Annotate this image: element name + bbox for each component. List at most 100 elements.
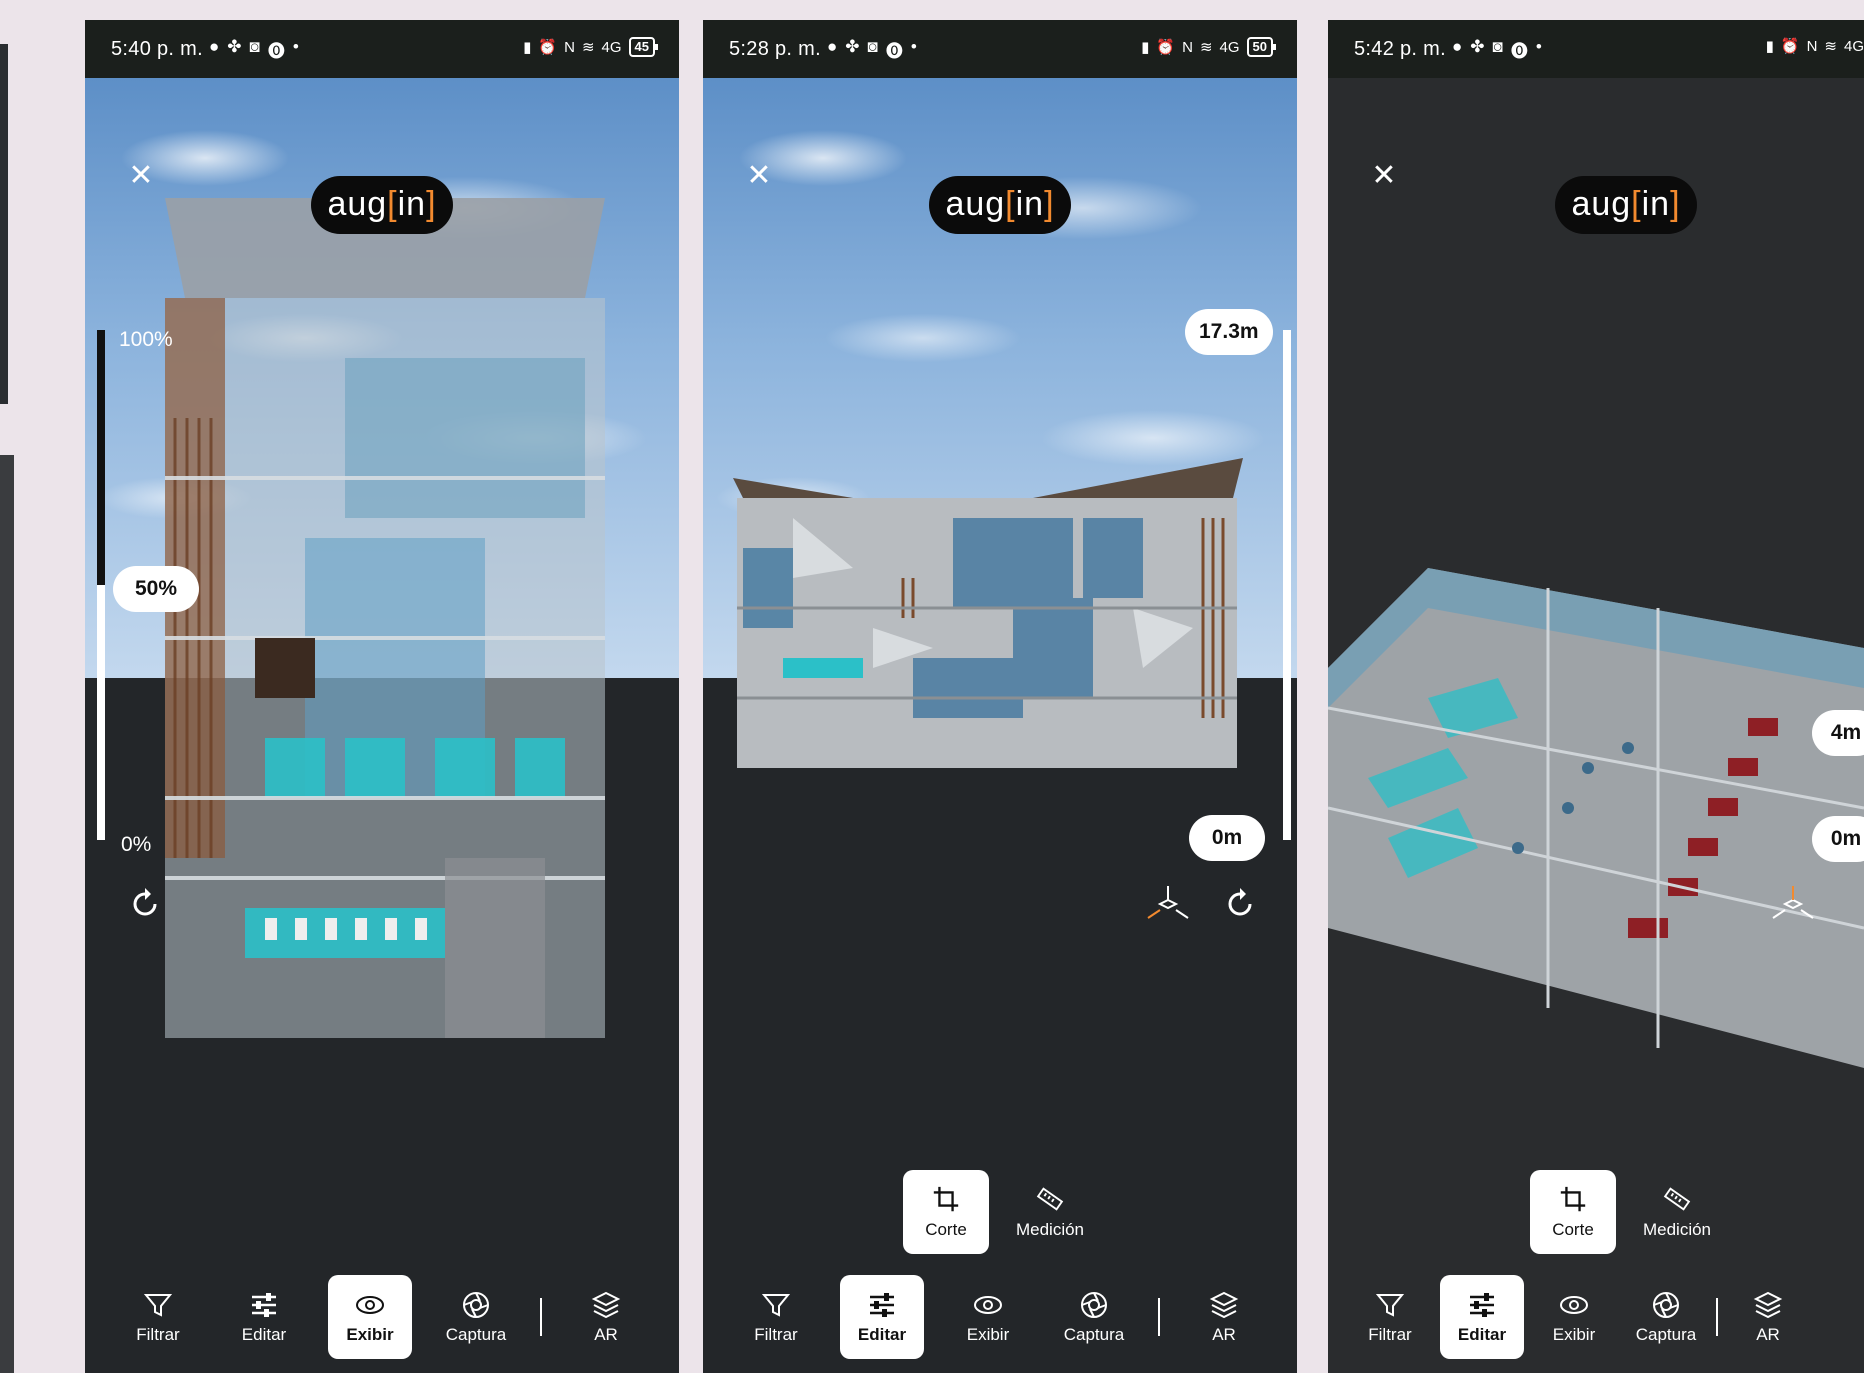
toolbar-item-filtrar[interactable]: Filtrar (116, 1275, 200, 1359)
3d-viewport[interactable]: ✕ aug[in] 4m 0m Corte Medición Filtrar Edi… (1328, 78, 1864, 1373)
subtool-medicion[interactable]: Medición (1007, 1170, 1093, 1254)
toolbar-item-editar[interactable]: Editar (1440, 1275, 1524, 1359)
phone-screen-1: 5:40 p. m. ● ✤ ◙ ⓿ • ▮ ⏰ N ≋ 4G 45 ✕ aug… (85, 20, 679, 1373)
toolbar-item-filtrar[interactable]: Filtrar (734, 1275, 818, 1359)
alarm-icon: ⏰ (538, 39, 558, 56)
signal-icon: 4G (1219, 38, 1240, 56)
augin-logo: aug[in] (1555, 176, 1697, 234)
close-button[interactable]: ✕ (741, 158, 777, 194)
status-bar: 5:42 p. m. ● ✤ ◙ ⓿ • ▮ ⏰ N ≋ 4G (1328, 20, 1864, 78)
eye-icon (974, 1296, 1002, 1314)
logo-text: aug (945, 185, 1006, 223)
subtool-corte[interactable]: Corte (1530, 1170, 1616, 1254)
toolbar-item-exibir[interactable]: Exibir (946, 1275, 1030, 1359)
subtool-corte[interactable]: Corte (903, 1170, 989, 1254)
logo-bracket: [ (1005, 185, 1016, 223)
height-max-badge[interactable]: 4m (1812, 710, 1864, 756)
subtool-label: Medición (1642, 1220, 1712, 1239)
logo-accent: in (1015, 185, 1045, 223)
phone-screen-2: 5:28 p. m. ● ✤ ◙ ⓿ • ▮ ⏰ N ≋ 4G 50 ✕ aug… (703, 20, 1297, 1373)
subtool-label: Corte (925, 1220, 967, 1239)
floor-plan-model (1328, 568, 1864, 1068)
eye-icon (356, 1296, 384, 1314)
toolbar-item-editar[interactable]: Editar (222, 1275, 306, 1359)
notification-icons: ● ✤ ◙ ⓿ • (1452, 37, 1542, 62)
3d-viewport[interactable]: ✕ aug[in] 17.3m 0m Corte Medición Filtrar… (703, 78, 1297, 1373)
move-axes-icon[interactable] (1768, 884, 1818, 928)
notification-icons: ● ✤ ◙ ⓿ • (827, 37, 917, 62)
move-axes-icon[interactable] (1143, 884, 1193, 928)
reset-rotation-icon[interactable] (1220, 884, 1260, 924)
more-dot-icon: • (910, 37, 917, 56)
toolbar-divider (1158, 1298, 1160, 1336)
toolbar-item-editar[interactable]: Editar (840, 1275, 924, 1359)
camera-icon (463, 1292, 489, 1318)
subtool-medicion[interactable]: Medición (1634, 1170, 1720, 1254)
3d-viewport[interactable]: ✕ aug[in] 100% 50% 0% Filtrar Editar Exibi… (85, 78, 679, 1373)
building-section-model (733, 458, 1243, 768)
camera-icon (1081, 1292, 1107, 1318)
toolbar-item-exibir[interactable]: Exibir (1532, 1275, 1616, 1359)
bottom-toolbar: Filtrar Editar Exibir Captura AR (1328, 1261, 1864, 1373)
transparency-slider[interactable] (97, 330, 105, 840)
filter-icon (143, 1294, 173, 1317)
toolbar-item-label: Filtrar (754, 1325, 798, 1344)
instagram-icon: ◙ (249, 37, 260, 56)
edit-subtools: Corte Medición (903, 1170, 1093, 1254)
vibrate-icon: ▮ (1141, 39, 1150, 56)
toolbar-item-captura[interactable]: Captura (1624, 1275, 1708, 1359)
background-phone-fragment (0, 455, 14, 1373)
layers-icon (1753, 1291, 1783, 1319)
system-icons: ▮ ⏰ N ≋ 4G 50 (1141, 37, 1277, 57)
toolbar-item-ar[interactable]: AR (1726, 1275, 1810, 1359)
toolbar-item-captura[interactable]: Captura (1052, 1275, 1136, 1359)
wifi-icon: ≋ (581, 39, 595, 56)
battery-icon: 50 (1246, 37, 1277, 57)
toolbar-item-ar[interactable]: AR (1182, 1275, 1266, 1359)
toolbar-item-filtrar[interactable]: Filtrar (1348, 1275, 1432, 1359)
bottom-toolbar: Filtrar Editar Exibir Captura AR (85, 1261, 679, 1373)
nfc-icon: N (1806, 37, 1818, 55)
height-min-badge[interactable]: 0m (1812, 816, 1864, 862)
filter-icon (761, 1294, 791, 1317)
toolbar-item-ar[interactable]: AR (564, 1275, 648, 1359)
crop-icon (933, 1186, 959, 1212)
logo-accent: in (1641, 185, 1671, 223)
filter-icon (1375, 1294, 1405, 1317)
edit-subtools: Corte Medición (1530, 1170, 1720, 1254)
close-button[interactable]: ✕ (1366, 158, 1402, 194)
close-button[interactable]: ✕ (123, 158, 159, 194)
toolbar-item-label: AR (1756, 1325, 1780, 1344)
wifi-icon: ≋ (1824, 38, 1837, 55)
height-max-badge[interactable]: 17.3m (1185, 309, 1273, 355)
logo-text: aug (327, 185, 388, 223)
crop-icon (1560, 1186, 1586, 1212)
slider-value-badge[interactable]: 50% (113, 566, 199, 612)
height-min-badge[interactable]: 0m (1189, 815, 1265, 861)
toolbar-item-label: Editar (241, 1325, 287, 1344)
signal-icon: 4G (601, 38, 622, 56)
logo-bracket-close: ] (426, 185, 437, 223)
cut-height-slider[interactable] (1283, 330, 1291, 840)
subtool-label: Medición (1015, 1220, 1085, 1239)
toolbar-item-exibir[interactable]: Exibir (328, 1275, 412, 1359)
nfc-icon: N (564, 38, 575, 56)
layers-icon (1209, 1291, 1239, 1319)
toolbar-item-label: AR (1212, 1325, 1236, 1344)
reset-rotation-icon[interactable] (125, 884, 165, 924)
augin-logo: aug[in] (311, 176, 453, 234)
toolbar-item-label: Exibir (1552, 1325, 1596, 1344)
toolbar-item-label: AR (594, 1325, 618, 1344)
toolbar-item-captura[interactable]: Captura (434, 1275, 518, 1359)
status-bar: 5:40 p. m. ● ✤ ◙ ⓿ • ▮ ⏰ N ≋ 4G 45 (85, 20, 679, 78)
sliders-icon (252, 1293, 276, 1317)
alarm-icon: ⏰ (1156, 39, 1176, 56)
status-bar: 5:28 p. m. ● ✤ ◙ ⓿ • ▮ ⏰ N ≋ 4G 50 (703, 20, 1297, 78)
logo-bracket: [ (1631, 185, 1642, 223)
pinterest-icon: ⓿ (885, 42, 903, 61)
signal-icon: 4G (1843, 37, 1864, 55)
logo-accent: in (397, 185, 427, 223)
building-section-model (165, 198, 605, 1038)
fan-icon: ✤ (845, 37, 860, 56)
fan-icon: ✤ (227, 37, 242, 56)
